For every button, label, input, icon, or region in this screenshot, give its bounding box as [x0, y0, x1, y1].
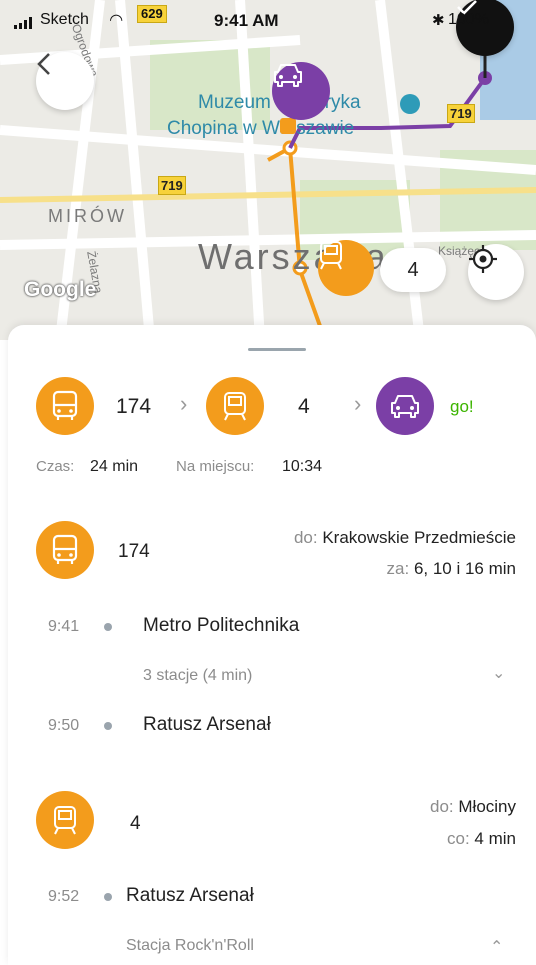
- back-button[interactable]: [36, 52, 94, 110]
- summary-tram-line: 4: [298, 395, 310, 418]
- leg2-between[interactable]: Stacja Rock'n'Roll: [126, 937, 254, 955]
- leg2-stop1-time: 9:52: [48, 888, 80, 905]
- summary-bus-badge: [36, 377, 94, 435]
- summary-tram-badge: [206, 377, 264, 435]
- chevron-up-icon[interactable]: ⌃: [490, 937, 503, 957]
- leg1-stop2-time: 9:50: [48, 717, 80, 734]
- map-line-count-pill: 4: [380, 248, 446, 292]
- chevron-down-icon[interactable]: ⌄: [492, 663, 505, 683]
- summary-go-label: go!: [450, 397, 474, 416]
- museum-pin-icon: [280, 118, 296, 134]
- google-logo: Google: [24, 278, 97, 301]
- stop-dot: [104, 722, 112, 730]
- chevron-right-icon: ›: [354, 391, 362, 416]
- leg1-stop1-name: Metro Politechnika: [143, 615, 300, 636]
- map-label-mirow: MIRÓW: [48, 206, 127, 226]
- time-label: Czas:: [36, 458, 75, 475]
- road-badge-719-b: 719: [447, 104, 475, 123]
- leg2-frequency: co: 4 min: [447, 829, 516, 849]
- leg2-to-label: do:: [430, 797, 454, 816]
- leg2-line: 4: [130, 813, 141, 834]
- leg1-every-label: za:: [386, 559, 410, 578]
- leg1-line: 174: [118, 541, 150, 562]
- leg1-bus-badge: [36, 521, 94, 579]
- leg2-stop1-name: Ratusz Arsenał: [126, 885, 254, 906]
- bluetooth-icon: ✱: [432, 12, 445, 29]
- road-badge-719-a: 719: [158, 176, 186, 195]
- map-line-count: 4: [407, 258, 419, 281]
- leg1-stop1-time: 9:41: [48, 618, 80, 635]
- leg2-tram-badge: [36, 791, 94, 849]
- leg1-to-value: Krakowskie Przedmieście: [322, 528, 516, 547]
- map-label-chopin: Chopina w Warszawie: [167, 118, 355, 139]
- leg1-frequency: za: 6, 10 i 16 min: [387, 559, 516, 579]
- battery-percent: 100%: [448, 11, 489, 28]
- leg1-every-value: 6, 10 i 16 min: [413, 559, 516, 578]
- locate-button[interactable]: [468, 244, 524, 300]
- map-tram-marker[interactable]: [318, 240, 374, 296]
- arrival-label: Na miejscu:: [176, 458, 255, 475]
- leg2-every-value: 4 min: [474, 829, 516, 848]
- bus-icon: [52, 390, 78, 420]
- tram-icon: [224, 392, 246, 421]
- chevron-right-icon: ›: [180, 391, 188, 416]
- summary-car-badge: [376, 377, 434, 435]
- car-icon: [274, 64, 302, 87]
- locate-icon: [469, 245, 497, 273]
- museum-marker-icon: [400, 94, 420, 114]
- signal-icon: [14, 14, 36, 29]
- carrier-name: Sketch: [40, 11, 89, 28]
- tram-icon: [54, 806, 76, 835]
- time-value: 24 min: [90, 458, 139, 475]
- car-icon: [391, 395, 419, 418]
- leg2-destination: do: Młociny: [430, 797, 516, 817]
- back-chevron-icon: [37, 53, 50, 75]
- route-sheet[interactable]: 174 › 4 › go! Czas: 24 min Na miejscu: 1…: [8, 325, 536, 965]
- status-bar: Sketch ◠ 629 9:41 AM ✱ 100%: [0, 0, 536, 40]
- status-time: 9:41 AM: [214, 11, 279, 30]
- leg1-stop2-name: Ratusz Arsenał: [143, 714, 271, 735]
- status-badge: 629: [137, 5, 167, 23]
- summary-bus-line: 174: [116, 395, 152, 418]
- stop-dot: [104, 893, 112, 901]
- leg2-every-label: co:: [447, 829, 470, 848]
- leg1-between[interactable]: 3 stacje (4 min): [143, 667, 252, 685]
- stop-dot: [104, 623, 112, 631]
- map-car-marker[interactable]: [272, 62, 330, 120]
- map-view[interactable]: Muzeum Fryderyka Chopina w Warszawie MIR…: [0, 0, 536, 340]
- sheet-handle[interactable]: [248, 348, 306, 351]
- arrival-value: 10:34: [282, 458, 323, 475]
- wifi-icon: ◠: [110, 12, 123, 29]
- leg1-to-label: do:: [293, 528, 318, 547]
- leg2-to-value: Młociny: [458, 797, 516, 816]
- leg1-destination: do: Krakowskie Przedmieście: [294, 528, 516, 548]
- tram-icon: [320, 241, 342, 270]
- bus-icon: [52, 534, 78, 564]
